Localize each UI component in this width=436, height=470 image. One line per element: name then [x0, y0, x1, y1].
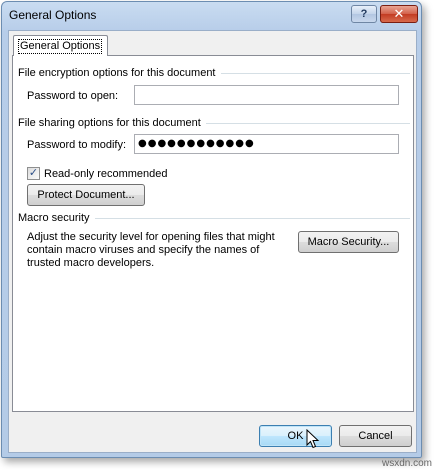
sharing-group-header: File sharing options for this document	[18, 117, 410, 129]
general-options-dialog: General Options ? ✕ General Options File…	[1, 1, 422, 458]
macro-header-text: Macro security	[18, 212, 90, 224]
checkmark-icon: ✓	[28, 167, 39, 179]
sharing-separator	[205, 122, 410, 124]
encryption-separator	[220, 72, 410, 74]
sharing-header-text: File sharing options for this document	[18, 117, 201, 129]
macro-group-header: Macro security	[18, 212, 410, 224]
help-button[interactable]: ?	[351, 5, 377, 23]
window-title: General Options	[9, 8, 97, 22]
macro-description-line-2: contain macro viruses and specify the na…	[27, 244, 260, 256]
protect-document-button[interactable]: Protect Document...	[27, 184, 145, 206]
encryption-group-header: File encryption options for this documen…	[18, 67, 410, 79]
macro-description-line-1: Adjust the security level for opening fi…	[27, 231, 275, 243]
mouse-pointer-icon	[306, 429, 320, 449]
macro-description-line-3: trusted macro developers.	[27, 257, 155, 269]
readonly-label[interactable]: Read-only recommended	[44, 168, 168, 180]
dialog-client-area: General Options File encryption options …	[8, 30, 417, 453]
password-open-field[interactable]	[134, 85, 399, 105]
macro-separator	[94, 217, 410, 219]
readonly-checkbox[interactable]: ✓	[27, 167, 40, 180]
tab-general-options[interactable]: General Options	[13, 35, 108, 56]
help-icon: ?	[360, 8, 368, 20]
ok-button[interactable]: OK	[259, 425, 332, 447]
password-modify-field[interactable]: ●●●●●●●●●●●●	[134, 134, 399, 154]
tab-panel: File encryption options for this documen…	[12, 55, 414, 412]
close-button[interactable]: ✕	[380, 5, 418, 23]
macro-security-button[interactable]: Macro Security...	[298, 231, 399, 253]
watermark: wsxdn.com	[381, 458, 432, 469]
tab-label: General Options	[18, 39, 103, 54]
close-icon: ✕	[393, 6, 405, 21]
cancel-button[interactable]: Cancel	[339, 425, 412, 447]
title-bar[interactable]: General Options ? ✕	[2, 2, 421, 30]
encryption-header-text: File encryption options for this documen…	[18, 67, 216, 79]
password-modify-label: Password to modify:	[27, 139, 127, 151]
password-open-label: Password to open:	[27, 90, 119, 102]
